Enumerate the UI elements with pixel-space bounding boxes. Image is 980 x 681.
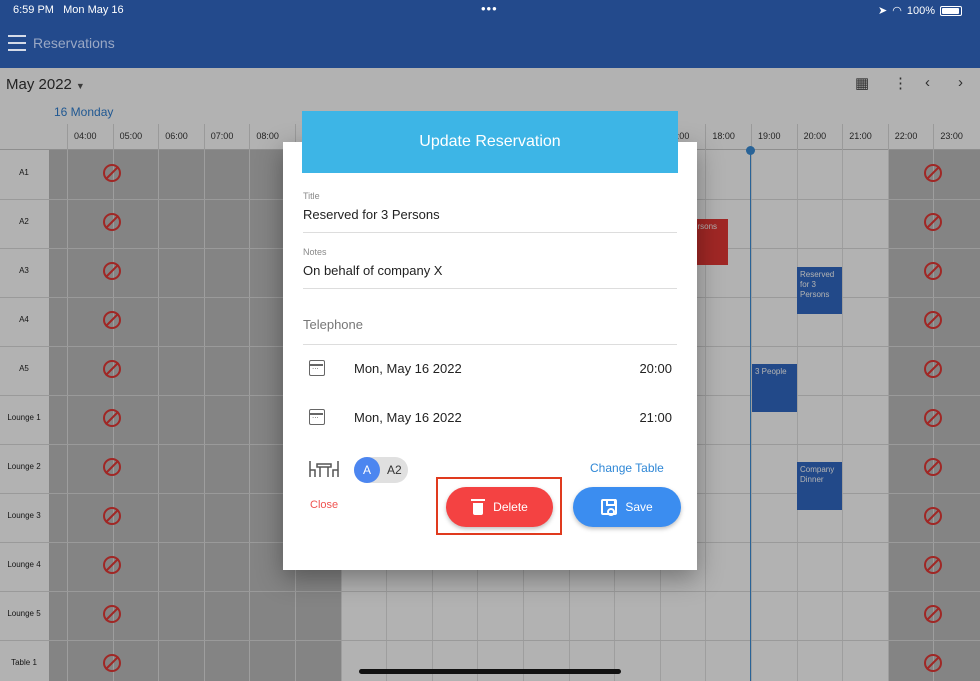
title-input[interactable]: Reserved for 3 Persons — [303, 207, 677, 222]
telephone-field[interactable]: Telephone — [303, 317, 677, 345]
start-date[interactable]: Mon, May 16 2022 — [354, 361, 462, 376]
hamburger-menu-icon[interactable] — [8, 35, 26, 51]
delete-button[interactable]: Delete — [446, 487, 553, 527]
location-icon: ➤ — [878, 5, 888, 17]
change-table-button[interactable]: Change Table — [590, 461, 664, 475]
start-time[interactable]: 20:00 — [639, 361, 672, 376]
calendar-icon — [309, 360, 325, 376]
notes-field[interactable]: Notes On behalf of company X — [303, 247, 677, 289]
dialog-title: Update Reservation — [302, 111, 678, 173]
app-bar: Reservations — [0, 22, 980, 68]
status-indicators: ➤ ◠ 100% — [878, 4, 962, 17]
save-label: Save — [625, 500, 653, 514]
title-field[interactable]: Title Reserved for 3 Persons — [303, 191, 677, 233]
home-indicator[interactable] — [359, 669, 621, 674]
table-chip[interactable]: A A2 — [354, 457, 408, 483]
status-time: 6:59 PM Mon May 16 — [13, 4, 124, 16]
notes-input[interactable]: On behalf of company X — [303, 263, 677, 278]
table-chairs-icon — [309, 461, 339, 477]
end-time[interactable]: 21:00 — [639, 410, 672, 425]
app-title: Reservations — [33, 35, 115, 51]
save-icon — [601, 499, 618, 516]
delete-label: Delete — [493, 500, 528, 514]
telephone-input[interactable]: Telephone — [303, 317, 677, 332]
notes-label: Notes — [303, 247, 327, 257]
status-bar: 6:59 PM Mon May 16 ••• ➤ ◠ 100% — [0, 0, 980, 22]
table-chip-label: A2 — [387, 463, 402, 477]
end-date[interactable]: Mon, May 16 2022 — [354, 410, 462, 425]
save-button[interactable]: Save — [573, 487, 681, 527]
title-label: Title — [303, 191, 320, 201]
start-datetime-row[interactable]: Mon, May 16 2022 20:00 — [303, 357, 677, 381]
table-avatar: A — [354, 457, 380, 483]
calendar-icon — [309, 409, 325, 425]
multitasking-dots-icon[interactable]: ••• — [481, 1, 498, 16]
battery-percent: 100% — [906, 4, 935, 17]
battery-icon — [940, 5, 962, 16]
trash-icon — [471, 499, 486, 515]
end-datetime-row[interactable]: Mon, May 16 2022 21:00 — [303, 406, 677, 430]
update-reservation-dialog: Update Reservation Title Reserved for 3 … — [283, 111, 697, 570]
close-button[interactable]: Close — [310, 499, 338, 511]
wifi-icon: ◠ — [892, 5, 902, 17]
